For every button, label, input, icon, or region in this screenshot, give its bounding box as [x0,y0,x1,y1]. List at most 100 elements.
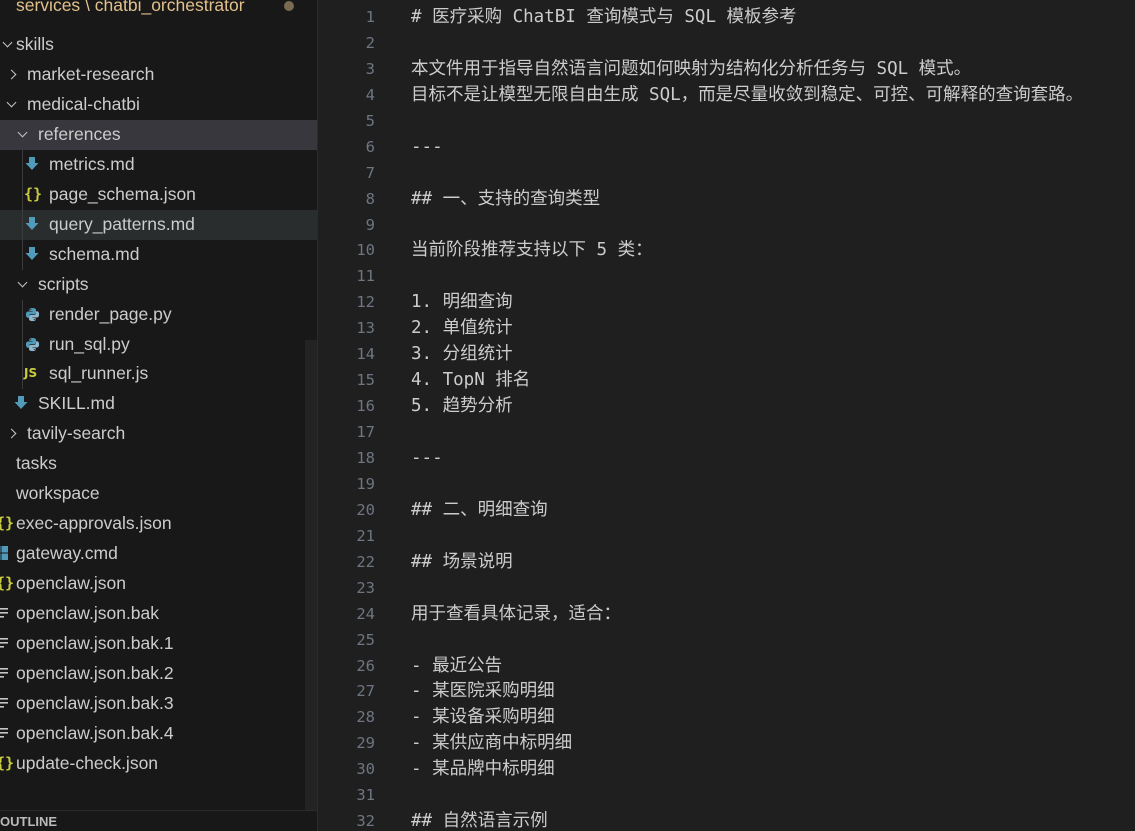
tree-file-openclaw-json-bak-3[interactable]: openclaw.json.bak.3 [0,689,317,719]
code-line[interactable]: 6 --- [318,134,1135,160]
line-number: 9 [365,215,375,234]
json-icon: {} [0,753,15,772]
line-number: 21 [356,526,375,545]
line-text: - 某品牌中标明细 [411,759,555,780]
line-text: 3. 分组统计 [411,344,513,365]
line-text: ## 二、明细查询 [411,499,548,520]
tree-file-openclaw-json-bak-4[interactable]: openclaw.json.bak.4 [0,719,317,749]
tree-item-label: openclaw.json.bak.4 [16,722,174,743]
code-line[interactable]: 23 [318,575,1135,601]
tree-folder-skills[interactable]: skills [0,30,317,60]
tree-folder-medical-chatbi[interactable]: medical-chatbi [0,90,317,120]
code-line[interactable]: 14 3. 分组统计 [318,341,1135,367]
code-line[interactable]: 26 - 最近公告 [318,653,1135,679]
tree-file-render-page-py[interactable]: render_page.py [0,300,317,330]
line-text: ## 自然语言示例 [411,811,548,831]
line-number: 5 [365,111,375,130]
code-line[interactable]: 3 本文件用于指导自然语言问题如何映射为结构化分析任务与 SQL 模式。 [318,56,1135,82]
tree-file-openclaw-json-bak[interactable]: openclaw.json.bak [0,599,317,629]
tree-folder-tasks[interactable]: tasks [0,449,317,479]
tree-file-skill-md[interactable]: SKILL.md [0,389,317,419]
code-line[interactable]: 31 [318,782,1135,808]
tree-item-label: openclaw.json.bak.1 [16,633,174,653]
outline-section-header[interactable]: OUTLINE [0,810,317,831]
code-line[interactable]: 28 - 某设备采购明细 [318,704,1135,730]
code-line[interactable]: 17 [318,419,1135,445]
code-line[interactable]: 24 用于查看具体记录，适合： [318,601,1135,627]
line-number: 23 [356,578,375,597]
tree-folder-tavily-search[interactable]: tavily-search [0,419,317,449]
tree-item-label: openclaw.json.bak.3 [16,692,174,713]
code-line[interactable]: 25 [318,627,1135,653]
line-number: 10 [356,241,375,260]
code-line[interactable]: 7 [318,160,1135,186]
code-line[interactable]: 5 [318,108,1135,134]
tree-item-label: openclaw.json.bak.2 [16,662,174,683]
code-line[interactable]: 4 目标不是让模型无限自由生成 SQL，而是尽量收敛到稳定、可控、可解释的查询套路… [318,82,1135,108]
tree-file-query-patterns-md[interactable]: query_patterns.md [0,209,317,240]
code-line[interactable]: 1 # 医疗采购 ChatBI 查询模式与 SQL 模板参考 [318,4,1135,30]
tree-item-label: market-research [27,63,155,84]
sidebar-scrollbar[interactable] [305,340,317,810]
line-text: 本文件用于指导自然语言问题如何映射为结构化分析任务与 SQL 模式。 [411,58,972,79]
scrolled-folder-path[interactable]: services \ chatbi_orchestrator [0,0,317,16]
line-text: ## 一、支持的查询类型 [411,188,601,209]
tree-folder-market-research[interactable]: market-research [0,60,317,90]
tree-folder-workspace[interactable]: workspace [0,479,317,509]
code-line[interactable]: 10 当前阶段推荐支持以下 5 类： [318,237,1135,263]
tree-file-openclaw-json[interactable]: {}openclaw.json [0,569,317,599]
code-line[interactable]: 2 [318,30,1135,56]
code-line[interactable]: 21 [318,523,1135,549]
code-line[interactable]: 8 ## 一、支持的查询类型 [318,186,1135,212]
tree-file-page-schema-json[interactable]: {} page_schema.json [0,180,317,210]
code-line[interactable]: 27 - 某医院采购明细 [318,678,1135,704]
line-number: 20 [356,500,375,519]
indent-guide [22,299,23,390]
tree-file-run-sql-py[interactable]: run_sql.py [0,330,317,360]
modified-dot-icon [284,1,294,11]
line-number: 31 [356,786,375,805]
tree-file-sql-runner-js[interactable]: JS sql_runner.js [0,359,317,389]
code-line[interactable]: 18 --- [318,445,1135,471]
line-number: 28 [356,708,375,727]
tree-item-label: render_page.py [49,303,172,324]
line-text: 当前阶段推荐支持以下 5 类： [411,240,653,261]
line-number: 29 [356,734,375,753]
line-text: - 某设备采购明细 [411,707,555,728]
tree-file-update-check-json[interactable]: {}update-check.json [0,749,317,779]
tree-file-gateway-cmd[interactable]: gateway.cmd [0,539,317,569]
code-line[interactable]: 11 [318,263,1135,289]
tree-file-metrics-md[interactable]: metrics.md [0,150,317,180]
code-line[interactable]: 20 ## 二、明细查询 [318,497,1135,523]
line-number: 14 [356,345,375,364]
line-number: 26 [356,656,375,675]
line-text: --- [411,447,443,468]
code-line[interactable]: 22 ## 场景说明 [318,549,1135,575]
code-line[interactable]: 30 - 某品牌中标明细 [318,756,1135,782]
tree-item-label: scripts [38,273,89,294]
tree-folder-scripts[interactable]: scripts [0,270,317,300]
line-number: 32 [356,812,375,831]
code-line[interactable]: 32 ## 自然语言示例 [318,808,1135,831]
code-editor[interactable]: 1 # 医疗采购 ChatBI 查询模式与 SQL 模板参考 2 3 本文件用于指导自然… [318,0,1135,831]
tree-file-openclaw-json-bak-1[interactable]: openclaw.json.bak.1 [0,629,317,659]
tree-file-openclaw-json-bak-2[interactable]: openclaw.json.bak.2 [0,659,317,689]
code-line[interactable]: 15 4. TopN 排名 [318,367,1135,393]
tree-item-label: openclaw.json [16,573,126,594]
code-line[interactable]: 29 - 某供应商中标明细 [318,730,1135,756]
tree-file-exec-approvals-json[interactable]: {}exec-approvals.json [0,509,317,539]
code-line[interactable]: 9 [318,212,1135,238]
code-line[interactable]: 19 [318,471,1135,497]
json-icon: {} [24,184,43,203]
javascript-icon: JS [24,366,38,381]
tree-folder-references[interactable]: references [0,119,317,150]
code-line[interactable]: 12 1. 明细查询 [318,289,1135,315]
line-text: - 某医院采购明细 [411,681,555,702]
tree-file-schema-md[interactable]: schema.md [0,240,317,270]
json-icon: {} [0,514,15,533]
code-line[interactable]: 16 5. 趋势分析 [318,393,1135,419]
line-number: 22 [356,552,375,571]
code-line[interactable]: 13 2. 单值统计 [318,315,1135,341]
chevron-down-icon [2,37,13,48]
line-text: # 医疗采购 ChatBI 查询模式与 SQL 模板参考 [411,7,797,27]
